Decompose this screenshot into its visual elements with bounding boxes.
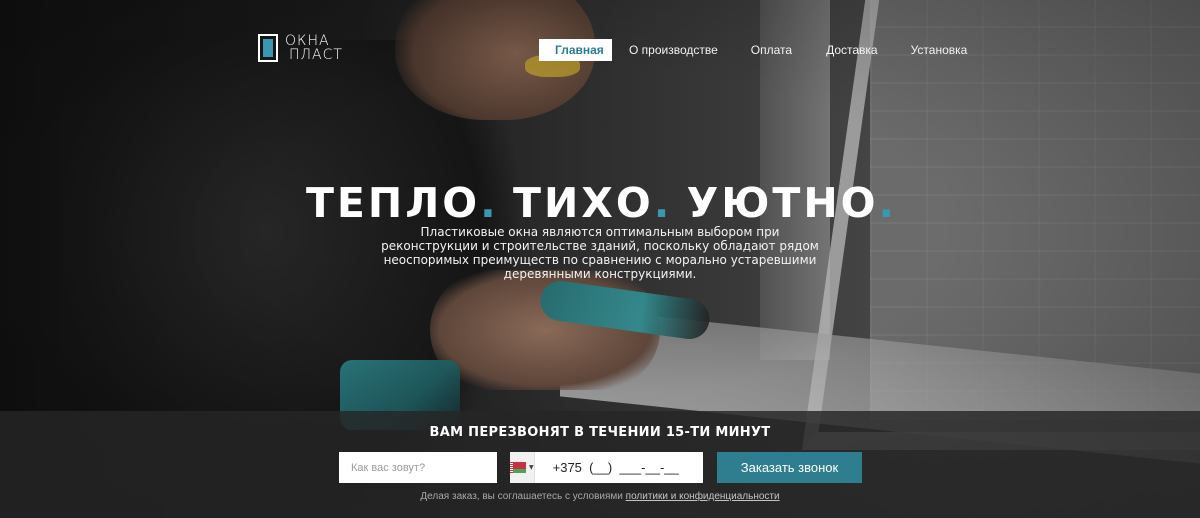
callback-title: ВАМ ПЕРЕЗВОНЯТ В ТЕЧЕНИИ 15-ТИ МИНУТ [429,425,771,440]
headline-word-3: УЮТНО [686,179,879,227]
hero-headline: ТЕПЛО. ТИХО. УЮТНО. [0,178,1200,228]
name-input[interactable] [339,452,497,483]
logo-line-1: ОКНА [285,33,330,49]
headline-dot-2: . [653,179,670,227]
nav-item-installation[interactable]: Установка [911,39,968,61]
country-select[interactable]: ▼ [510,452,535,483]
phone-field: ▼ [510,452,729,483]
logo-line-2: ПЛАСТ [289,47,343,63]
headline-word-1: ТЕПЛО [305,179,481,227]
nav-item-home[interactable]: Главная [539,39,612,61]
main-nav: Главная О производстве Оплата Доставка У… [539,39,967,61]
agreement-note: Делая заказ, вы соглашаетесь с условиями… [0,491,1200,502]
phone-input[interactable] [534,452,729,483]
nav-item-delivery[interactable]: Доставка [826,39,878,61]
headline-word-2: ТИХО [513,179,654,227]
nav-item-payment[interactable]: Оплата [751,39,792,61]
belarus-flag-icon [510,462,526,473]
window-logo-icon [258,34,278,62]
logo-text: ОКНА ПЛАСТ [285,34,343,62]
hero-subtitle: Пластиковые окна являются оптимальным вы… [381,225,819,281]
headline-dot-3: . [878,179,895,227]
agreement-text: Делая заказ, вы соглашаетесь с условиями [420,491,626,502]
privacy-policy-link[interactable]: политики и конфиденциальности [626,491,780,502]
order-call-button[interactable]: Заказать звонок [717,452,862,483]
logo[interactable]: ОКНА ПЛАСТ [258,34,343,62]
nav-item-production[interactable]: О производстве [629,39,718,61]
caret-down-icon: ▼ [529,464,534,471]
headline-dot-1: . [480,179,496,227]
